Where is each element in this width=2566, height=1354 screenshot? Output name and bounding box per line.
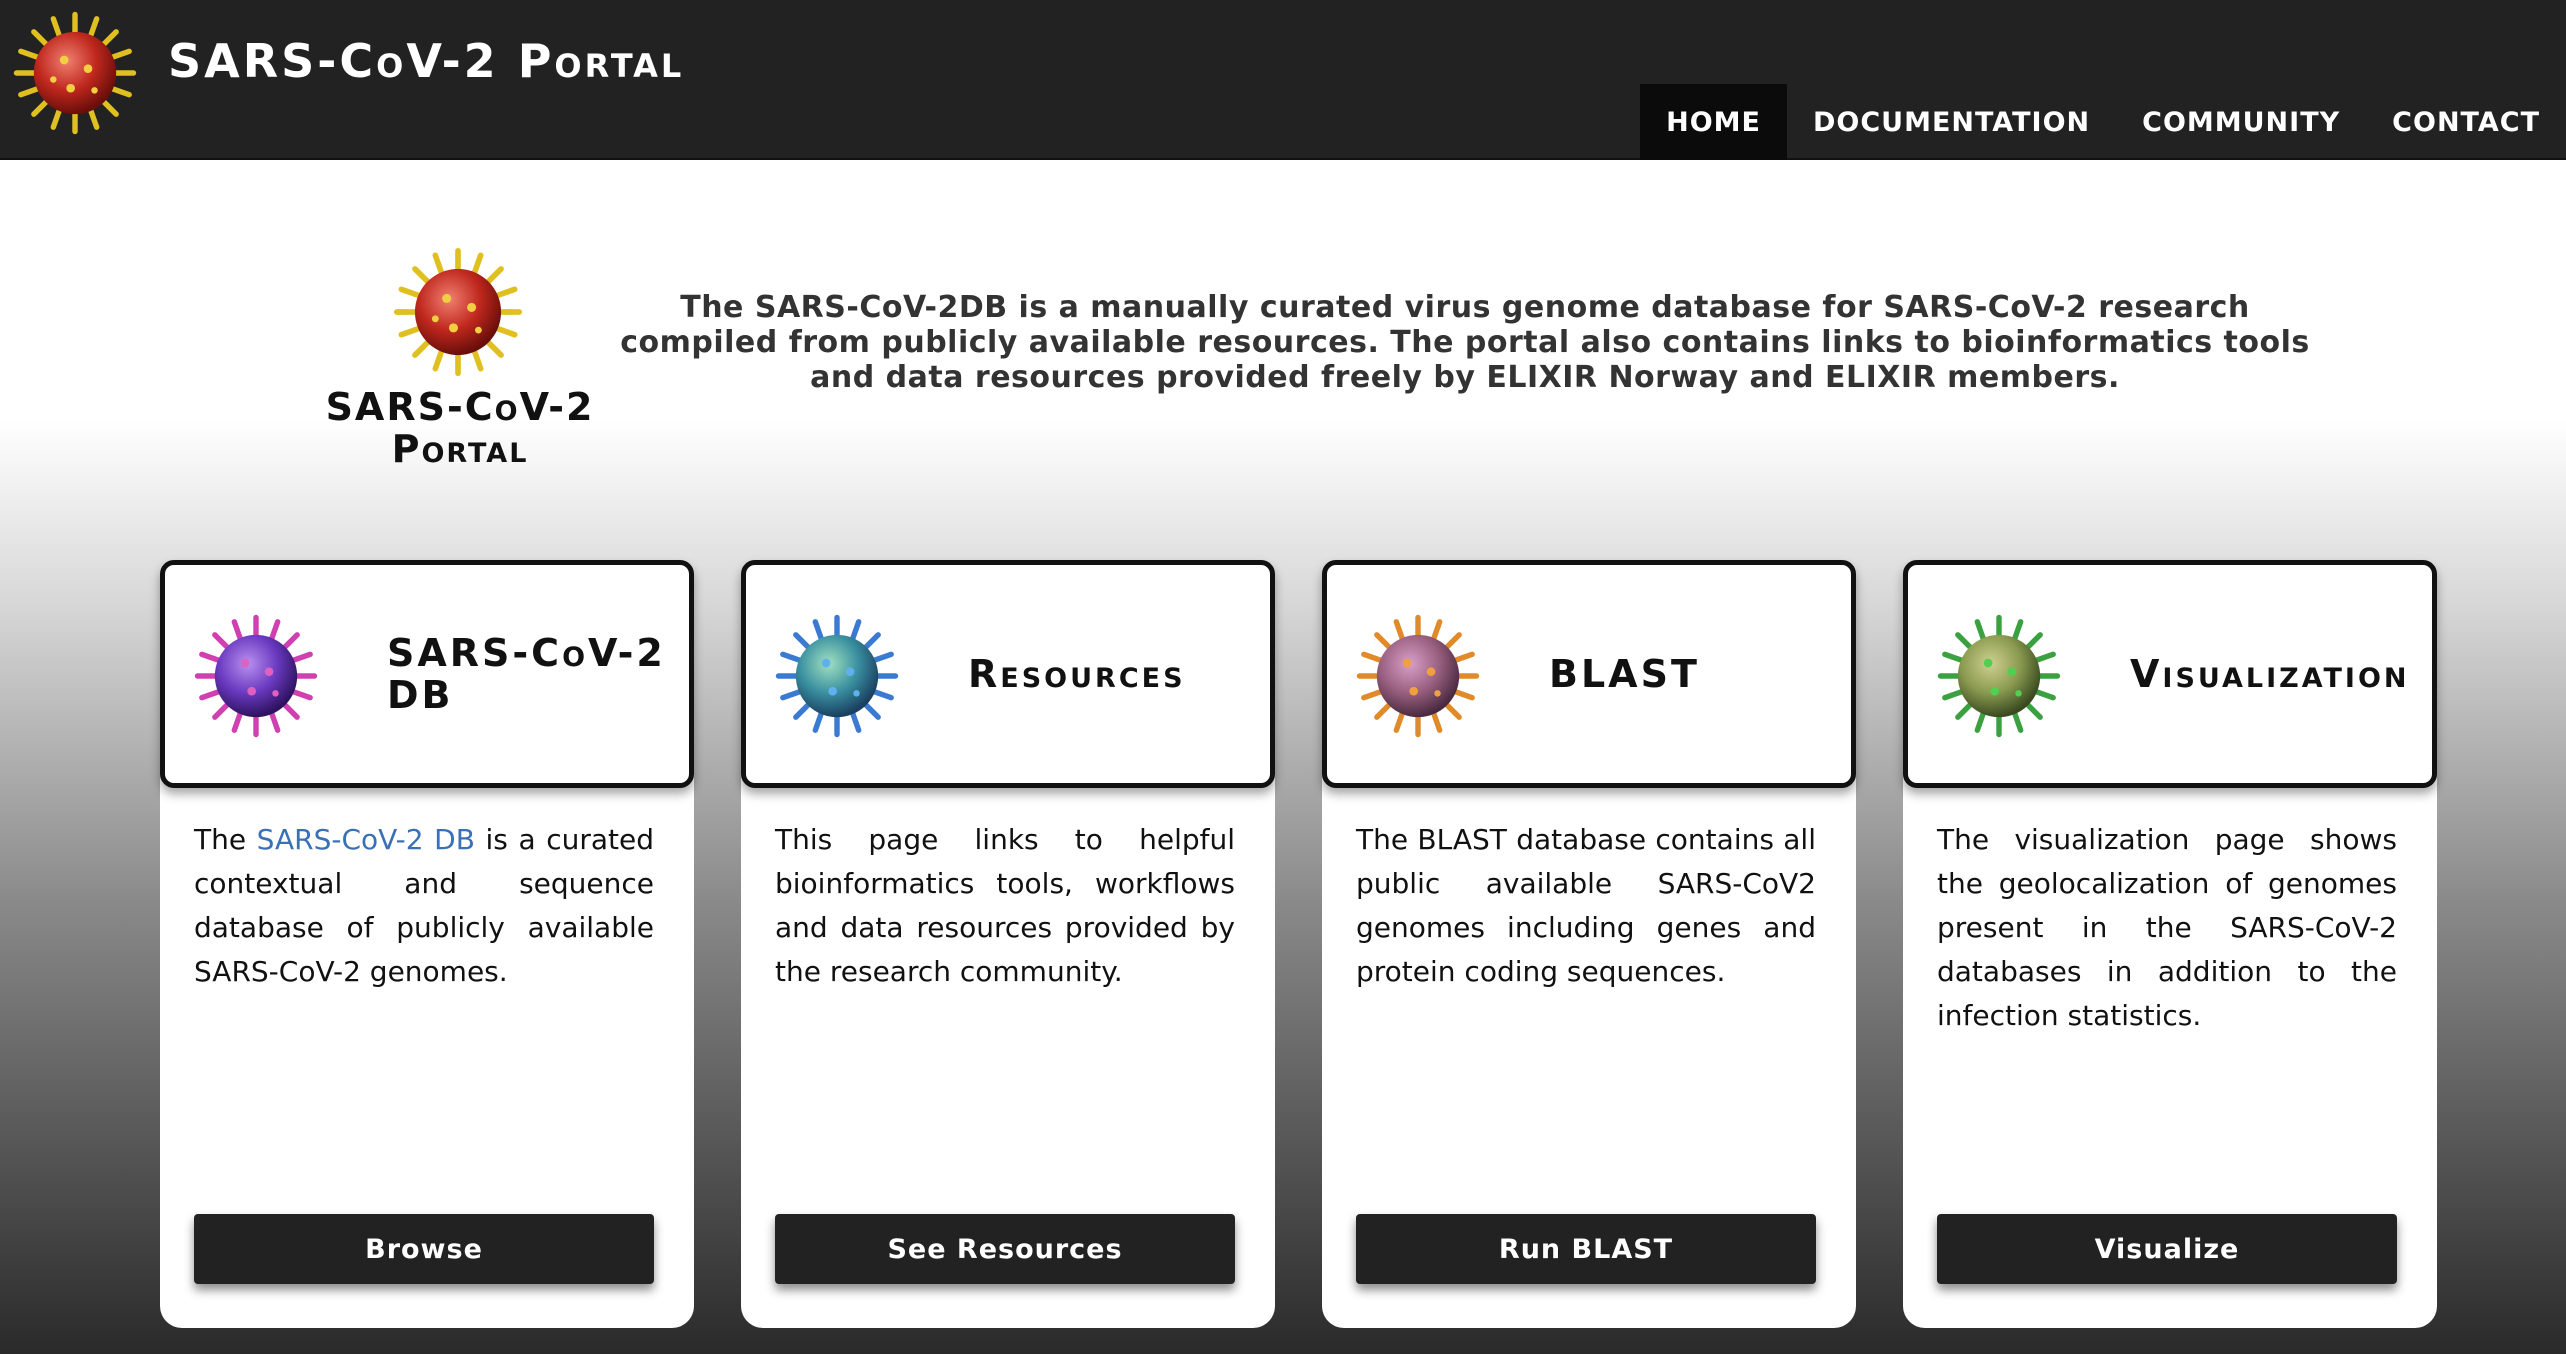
card-description: This page links to helpful bioinformatic… (775, 823, 1235, 988)
nav-documentation[interactable]: DOCUMENTATION (1787, 84, 2116, 160)
virus-green-icon (1937, 614, 2061, 738)
card-title: Visualization (2130, 652, 2410, 696)
site-title[interactable]: SARS-CoV-2 Portal (168, 34, 684, 88)
card-header: Resources (741, 560, 1275, 788)
card-description: The BLAST database contains all public a… (1356, 823, 1816, 988)
card-text: The (194, 823, 257, 856)
card-blast: BLAST The BLAST database contains all pu… (1322, 560, 1856, 1328)
nav-home[interactable]: HOME (1640, 84, 1787, 160)
intro-logo-title: SARS-CoV-2 Portal (300, 386, 620, 470)
top-navbar: SARS-CoV-2 Portal HOME DOCUMENTATION COM… (0, 0, 2566, 160)
see-resources-button[interactable]: See Resources (775, 1214, 1235, 1284)
run-blast-button[interactable]: Run BLAST (1356, 1214, 1816, 1284)
sars-cov-2-db-link[interactable]: SARS-CoV-2 DB (257, 823, 475, 856)
card-header: BLAST (1322, 560, 1856, 788)
visualize-button[interactable]: Visualize (1937, 1214, 2397, 1284)
virus-logo-icon[interactable] (10, 8, 140, 138)
card-title: SARS-CoV-2 DB (387, 631, 666, 717)
card-header: SARS-CoV-2 DB (160, 560, 694, 788)
main-nav: HOME DOCUMENTATION COMMUNITY CONTACT (1640, 84, 2566, 160)
browse-button[interactable]: Browse (194, 1214, 654, 1284)
intro-logo-title-line1: SARS-CoV-2 (325, 385, 595, 429)
virus-orange-icon (1356, 614, 1480, 738)
card-resources: Resources This page links to helpful bio… (741, 560, 1275, 1328)
card-description: The visualization page shows the geoloca… (1937, 823, 2397, 1032)
nav-community[interactable]: COMMUNITY (2116, 84, 2366, 160)
card-description: The SARS-CoV-2 DB is a curated contextua… (194, 818, 654, 994)
nav-contact[interactable]: CONTACT (2366, 84, 2566, 160)
card-header: Visualization (1903, 560, 2437, 788)
intro-logo-title-line2: Portal (391, 427, 529, 471)
card-sars-cov-2-db: SARS-CoV-2 DB The SARS-CoV-2 DB is a cur… (160, 560, 694, 1328)
card-title: Resources (968, 652, 1186, 696)
virus-blue-icon (775, 614, 899, 738)
card-title: BLAST (1549, 652, 1700, 696)
card-visualization: Visualization The visualization page sho… (1903, 560, 2437, 1328)
virus-magenta-icon (194, 614, 318, 738)
virus-logo-icon (393, 247, 523, 377)
intro-description: The SARS-CoV-2DB is a manually curated v… (620, 290, 2310, 395)
